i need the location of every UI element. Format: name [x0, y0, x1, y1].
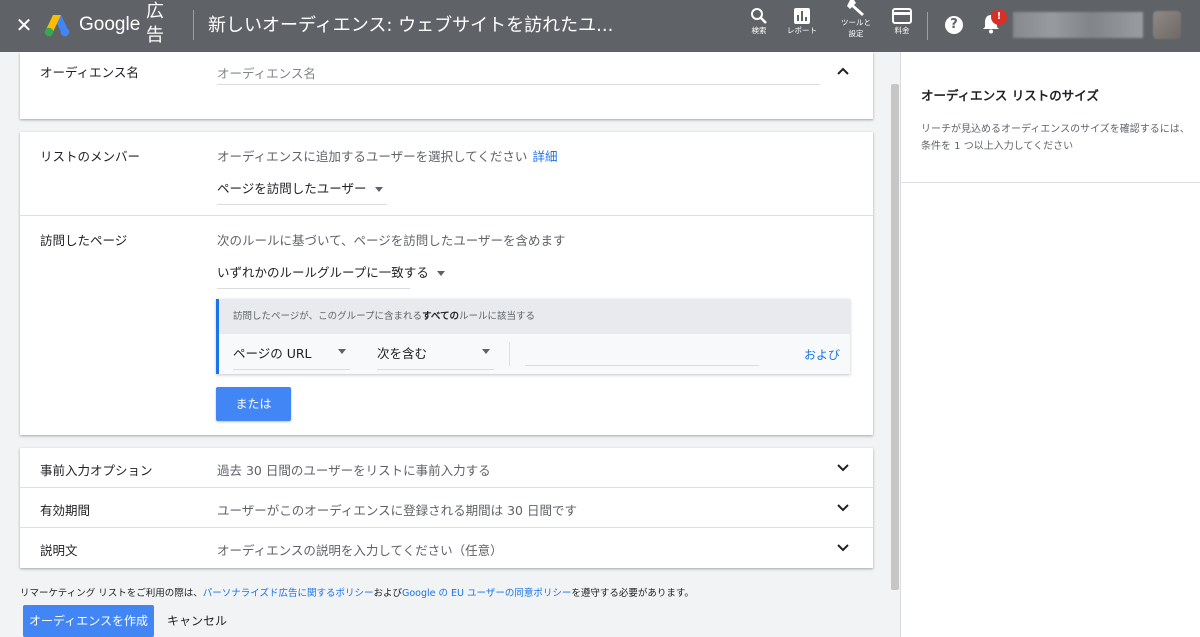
tools-button[interactable]: ツールと 設定	[836, 0, 876, 38]
caret-down-icon	[338, 349, 346, 354]
search-icon	[751, 8, 767, 24]
option-value: オーディエンスの説明を入力してください（任意）	[217, 543, 503, 558]
logo-text: Google	[79, 14, 141, 35]
billing-icon	[892, 8, 912, 24]
audience-name-label: オーディエンス名	[40, 65, 139, 80]
side-panel-divider	[901, 182, 1200, 183]
list-members-card: リストのメンバー オーディエンスに追加するユーザーを選択してください 詳細 ペー…	[20, 132, 873, 435]
audience-size-panel: オーディエンス リストのサイズ リーチが見込めるオーディエンスのサイズを確認する…	[900, 52, 1200, 637]
rule-row: ページの URL 次を含む および	[219, 334, 850, 374]
rule-group-header-prefix: 訪問したページが、このグループに含まれる	[233, 311, 423, 322]
option-label: 有効期間	[40, 503, 91, 518]
rule-value-input[interactable]	[525, 342, 759, 366]
options-card: 事前入力オプション 過去 30 日間のユーザーをリストに事前入力する 有効期間 …	[20, 448, 873, 568]
option-row-description[interactable]: 説明文 オーディエンスの説明を入力してください（任意）	[20, 528, 873, 568]
rule-group: 訪問したページが、このグループに含まれるすべてのルールに該当する ページの UR…	[216, 299, 850, 374]
chevron-down-icon[interactable]	[836, 463, 850, 473]
policy-middle: および	[373, 588, 402, 599]
option-label: 事前入力オプション	[40, 463, 153, 478]
chevron-down-icon[interactable]	[836, 503, 850, 513]
search-label: 検索	[751, 26, 767, 35]
account-info[interactable]	[1013, 12, 1143, 38]
cancel-button[interactable]: キャンセル	[167, 605, 227, 637]
eu-consent-policy-link[interactable]: Google の EU ユーザーの同意ポリシー	[402, 588, 571, 599]
option-label: 説明文	[40, 543, 78, 558]
google-ads-logo-icon	[44, 15, 70, 37]
chevron-up-icon[interactable]	[836, 66, 850, 76]
toolbar-divider	[927, 12, 928, 40]
caret-down-icon	[482, 349, 490, 354]
side-panel-description: リーチが見込めるオーディエンスのサイズを確認するには、条件を 1 つ以上入力して…	[921, 124, 1190, 152]
policy-prefix: リマーケティング リストをご利用の際は、	[20, 588, 203, 599]
header-divider	[193, 10, 194, 40]
list-members-dropdown[interactable]: ページを訪問したユーザー	[217, 178, 387, 205]
report-icon	[794, 8, 810, 24]
option-value: ユーザーがこのオーディエンスに登録される期間は 30 日間です	[217, 503, 577, 518]
report-label: レポート	[787, 26, 817, 35]
main-content: オーディエンス名 オーディエンス名 リストのメンバー オーディエンスに追加するユ…	[0, 52, 900, 637]
caret-down-icon	[436, 271, 445, 276]
and-link[interactable]: および	[804, 346, 840, 363]
top-bar: ✕ Google 広告 新しいオーディエンス: ウェブサイトを訪れたユ... 検…	[0, 0, 1200, 52]
rule-operator-value: 次を含む	[377, 346, 428, 361]
rule-field-value: ページの URL	[233, 346, 312, 361]
notification-badge: !	[991, 9, 1007, 25]
page-title: 新しいオーディエンス: ウェブサイトを訪れたユ...	[208, 15, 614, 36]
billing-label: 料金	[894, 26, 910, 35]
personalized-ads-policy-link[interactable]: パーソナライズド広告に関するポリシー	[203, 588, 374, 599]
chevron-down-icon[interactable]	[836, 543, 850, 553]
search-button[interactable]: 検索	[745, 7, 773, 47]
rule-group-header-suffix: ルールに該当する	[459, 311, 536, 322]
option-value: 過去 30 日間のユーザーをリストに事前入力する	[217, 463, 491, 478]
side-panel-title: オーディエンス リストのサイズ	[921, 88, 1099, 103]
option-row-prefill[interactable]: 事前入力オプション 過去 30 日間のユーザーをリストに事前入力する	[20, 448, 873, 488]
or-button[interactable]: または	[216, 387, 291, 421]
policy-notice: リマーケティング リストをご利用の際は、パーソナライズド広告に関するポリシーおよ…	[20, 585, 694, 599]
policy-suffix: を遵守する必要があります。	[571, 588, 694, 599]
avatar[interactable]	[1153, 11, 1181, 39]
list-members-hint: オーディエンスに追加するユーザーを選択してください 詳細	[217, 146, 558, 165]
close-icon[interactable]: ✕	[14, 14, 34, 36]
rule-match-dropdown[interactable]: いずれかのルールグループに一致する	[217, 262, 445, 289]
rule-group-header-bold: すべての	[422, 311, 460, 322]
rule-operator-dropdown[interactable]: 次を含む	[377, 343, 494, 370]
report-button[interactable]: レポート	[782, 7, 822, 47]
section-divider	[20, 215, 873, 216]
list-members-dropdown-value: ページを訪問したユーザー	[217, 181, 367, 196]
create-audience-button[interactable]: オーディエンスを作成	[23, 605, 154, 637]
wrench-icon	[847, 0, 864, 16]
caret-down-icon	[374, 187, 383, 192]
scrollbar[interactable]	[891, 84, 899, 590]
tools-label: ツールと 設定	[841, 18, 871, 38]
rule-group-header: 訪問したページが、このグループに含まれるすべてのルールに該当する	[219, 299, 850, 334]
help-icon[interactable]: ?	[945, 16, 963, 34]
rule-field-dropdown[interactable]: ページの URL	[233, 343, 350, 370]
option-row-duration[interactable]: 有効期間 ユーザーがこのオーディエンスに登録される期間は 30 日間です	[20, 488, 873, 528]
list-members-hint-text: オーディエンスに追加するユーザーを選択してください	[217, 149, 528, 164]
audience-name-card: オーディエンス名 オーディエンス名	[20, 52, 873, 119]
audience-name-input[interactable]: オーディエンス名	[217, 63, 820, 85]
logo-sub-text: 広告	[146, 1, 164, 46]
visited-pages-hint: 次のルールに基づいて、ページを訪問したユーザーを含めます	[217, 233, 566, 248]
visited-pages-label: 訪問したページ	[40, 233, 128, 248]
billing-button[interactable]: 料金	[888, 7, 916, 47]
details-link[interactable]: 詳細	[532, 149, 557, 164]
rule-divider	[509, 342, 510, 366]
list-members-label: リストのメンバー	[40, 149, 141, 164]
rule-match-dropdown-value: いずれかのルールグループに一致する	[217, 265, 429, 280]
